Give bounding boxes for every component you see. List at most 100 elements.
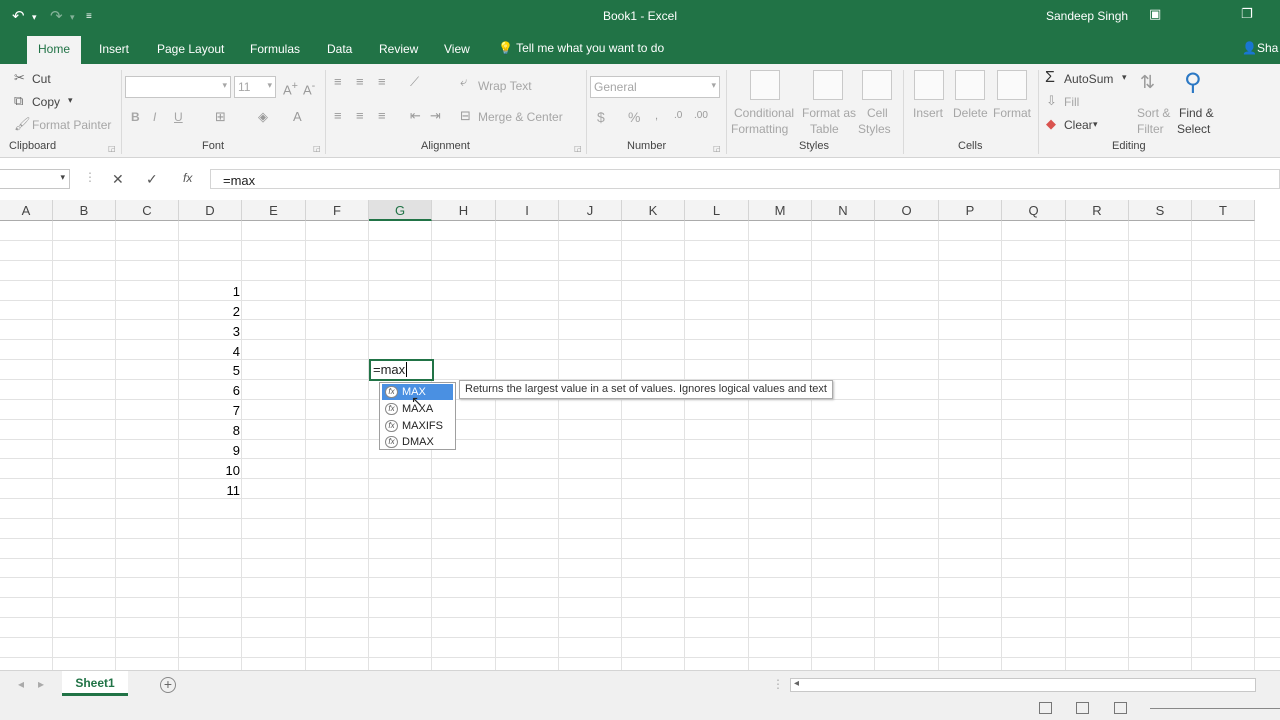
decrease-indent-icon[interactable]: ⇤: [410, 108, 421, 124]
cell-d-value[interactable]: 6: [180, 383, 240, 398]
insert-function-button[interactable]: fx: [183, 171, 192, 185]
top-align-icon[interactable]: ≡: [334, 74, 342, 89]
autosum-dropdown-icon[interactable]: ▾: [1122, 72, 1127, 83]
active-cell-g[interactable]: =max: [369, 359, 434, 381]
restore-window-icon[interactable]: ❐: [1241, 6, 1253, 22]
shrink-font-icon[interactable]: A-: [303, 80, 315, 97]
cell-d-value[interactable]: 8: [180, 423, 240, 438]
cell-d-value[interactable]: 9: [180, 443, 240, 458]
italic-button[interactable]: I: [153, 110, 156, 124]
delete-cells-button[interactable]: Delete: [953, 106, 988, 120]
comma-style-icon[interactable]: ,: [655, 110, 658, 122]
add-sheet-icon[interactable]: +: [160, 677, 176, 693]
cell-d-value[interactable]: 2: [180, 304, 240, 319]
number-format-combo[interactable]: General ▾: [590, 76, 720, 98]
page-layout-view-icon[interactable]: [1076, 702, 1089, 714]
insert-cells-button[interactable]: Insert: [913, 106, 943, 120]
column-header-m[interactable]: M: [749, 200, 812, 221]
column-header-i[interactable]: I: [496, 200, 559, 221]
formula-input[interactable]: =max: [210, 169, 1280, 189]
currency-button[interactable]: $: [597, 109, 605, 125]
wrap-text-button[interactable]: Wrap Text: [478, 79, 532, 93]
user-name[interactable]: Sandeep Singh: [1046, 9, 1128, 23]
bold-button[interactable]: B: [131, 110, 140, 124]
fill-button[interactable]: Fill: [1064, 95, 1079, 109]
sort-filter-label-1[interactable]: Sort &: [1137, 106, 1170, 120]
alignment-launcher-icon[interactable]: ◲: [574, 144, 582, 153]
column-header-t[interactable]: T: [1192, 200, 1255, 221]
column-header-j[interactable]: J: [559, 200, 622, 221]
clear-dropdown-icon[interactable]: ▾: [1093, 119, 1098, 130]
tab-page-layout[interactable]: Page Layout: [157, 42, 224, 56]
column-header-c[interactable]: C: [116, 200, 179, 221]
font-size-combo[interactable]: 11 ▾: [234, 76, 276, 98]
horizontal-scrollbar[interactable]: ◂: [790, 678, 1256, 692]
autocomplete-item-dmax[interactable]: fx DMAX: [382, 434, 453, 450]
tab-data[interactable]: Data: [327, 42, 352, 56]
conditional-formatting-label-2[interactable]: Formatting: [731, 122, 788, 136]
align-left-icon[interactable]: ≡: [334, 108, 342, 123]
copy-button[interactable]: Copy: [32, 95, 60, 109]
page-break-view-icon[interactable]: [1114, 702, 1127, 714]
column-header-r[interactable]: R: [1066, 200, 1129, 221]
column-header-f[interactable]: F: [306, 200, 369, 221]
cut-button[interactable]: Cut: [32, 72, 51, 86]
column-header-q[interactable]: Q: [1002, 200, 1066, 221]
column-header-g[interactable]: G: [369, 200, 432, 221]
tell-me-search[interactable]: 💡 Tell me what you want to do: [498, 41, 664, 55]
cell-d-value[interactable]: 10: [180, 463, 240, 478]
autocomplete-item-maxifs[interactable]: fx MAXIFS: [382, 418, 453, 434]
align-right-icon[interactable]: ≡: [378, 108, 386, 123]
percent-button[interactable]: %: [628, 109, 640, 125]
tab-home[interactable]: Home: [27, 36, 82, 64]
tab-view[interactable]: View: [444, 42, 470, 56]
increase-decimal-icon[interactable]: .0: [674, 110, 682, 121]
bottom-align-icon[interactable]: ≡: [378, 74, 386, 89]
column-header-k[interactable]: K: [622, 200, 685, 221]
format-cells-button[interactable]: Format: [993, 106, 1031, 120]
worksheet-grid[interactable]: ABCDEFGHIJKLMNOPQRST 1 2 3 4 5 6 7 8 9 10 11 =max …: [0, 200, 1280, 678]
fill-color-icon[interactable]: ◈: [258, 109, 268, 125]
font-color-icon[interactable]: A: [293, 109, 302, 124]
sheet-tab-sheet1[interactable]: Sheet1: [62, 671, 128, 696]
conditional-formatting-label-1[interactable]: Conditional: [734, 106, 794, 120]
copy-dropdown-icon[interactable]: ▾: [68, 95, 73, 106]
font-name-combo[interactable]: ▾: [125, 76, 231, 98]
zoom-slider[interactable]: [1150, 708, 1280, 709]
name-box[interactable]: ▾: [0, 169, 70, 189]
scroll-left-icon[interactable]: ◂: [794, 678, 799, 689]
decrease-decimal-icon[interactable]: .00: [694, 110, 708, 121]
cell-d-value[interactable]: 4: [180, 344, 240, 359]
autosum-button[interactable]: AutoSum: [1064, 72, 1113, 86]
format-painter-button[interactable]: Format Painter: [32, 118, 111, 132]
middle-align-icon[interactable]: ≡: [356, 74, 364, 89]
scroll-sheets-right-icon[interactable]: ▸: [38, 677, 44, 691]
tab-review[interactable]: Review: [379, 42, 418, 56]
tab-formulas[interactable]: Formulas: [250, 42, 300, 56]
column-header-o[interactable]: O: [875, 200, 939, 221]
cell-d-value[interactable]: 5: [180, 363, 240, 378]
underline-button[interactable]: U: [174, 110, 183, 124]
scroll-sheets-left-icon[interactable]: ◂: [18, 677, 24, 691]
sort-filter-label-2[interactable]: Filter: [1137, 122, 1164, 136]
column-header-n[interactable]: N: [812, 200, 875, 221]
cell-d-value[interactable]: 1: [180, 284, 240, 299]
normal-view-icon[interactable]: [1039, 702, 1052, 714]
cell-styles-label-2[interactable]: Styles: [858, 122, 891, 136]
clipboard-launcher-icon[interactable]: ◲: [108, 144, 116, 153]
tab-insert[interactable]: Insert: [99, 42, 129, 56]
column-header-l[interactable]: L: [685, 200, 749, 221]
tab-split-handle[interactable]: ⋮: [772, 677, 784, 691]
column-header-h[interactable]: H: [432, 200, 496, 221]
column-header-d[interactable]: D: [179, 200, 242, 221]
cell-d-value[interactable]: 3: [180, 324, 240, 339]
format-as-table-label-2[interactable]: Table: [810, 122, 839, 136]
column-header-b[interactable]: B: [53, 200, 116, 221]
clear-button[interactable]: Clear: [1064, 118, 1093, 132]
function-autocomplete-list[interactable]: fx MAX fx MAXA fx MAXIFS fx DMAX ↖: [379, 382, 456, 450]
merge-center-button[interactable]: Merge & Center: [478, 110, 563, 124]
find-select-label-2[interactable]: Select: [1177, 122, 1210, 136]
align-center-icon[interactable]: ≡: [356, 108, 364, 123]
cell-d-value[interactable]: 7: [180, 403, 240, 418]
format-as-table-label-1[interactable]: Format as: [802, 106, 856, 120]
